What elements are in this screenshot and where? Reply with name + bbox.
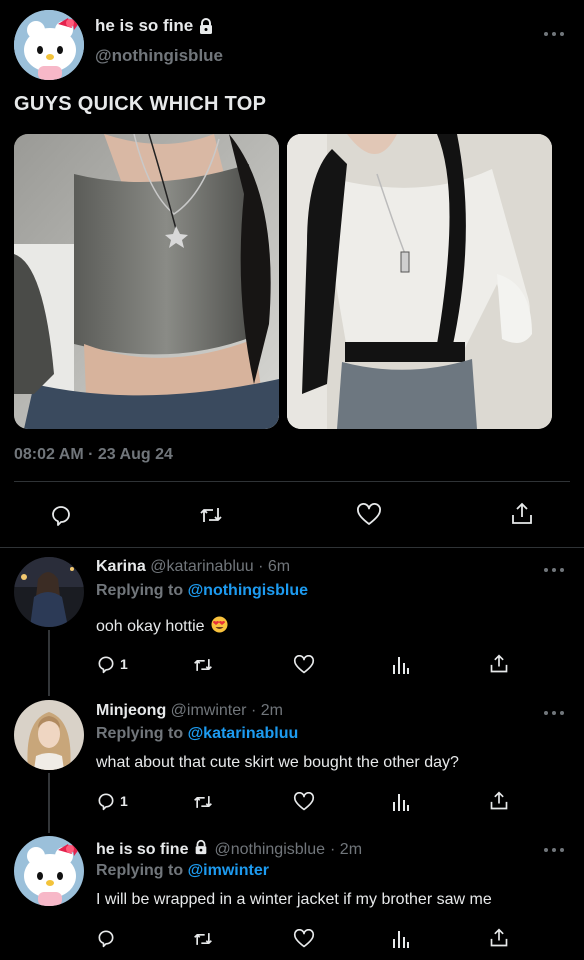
- handle[interactable]: @imwinter: [171, 702, 247, 719]
- analytics-button[interactable]: [392, 929, 410, 949]
- retweet-icon: [194, 659, 212, 671]
- reply-count: 1: [120, 793, 128, 809]
- thread-line: [48, 773, 50, 833]
- divider: [14, 481, 570, 482]
- thread-line: [48, 630, 50, 696]
- reply-text: I will be wrapped in a winter jacket if …: [96, 891, 492, 908]
- divider: [0, 547, 584, 548]
- reply-text-content: ooh okay hottie: [96, 618, 205, 635]
- tweet-image-left[interactable]: [14, 134, 279, 429]
- like-icon: [293, 655, 315, 674]
- display-name-text: he is so fine: [95, 16, 194, 35]
- retweet-icon: [200, 508, 222, 522]
- retweet-button[interactable]: [192, 792, 214, 812]
- replying-label: Replying to: [96, 725, 184, 742]
- reply-icon: [98, 793, 114, 811]
- display-name[interactable]: Karina: [96, 558, 146, 575]
- like-button[interactable]: [356, 503, 382, 527]
- reply-time: · 2m: [250, 702, 283, 719]
- reply-button[interactable]: 1: [96, 654, 128, 674]
- share-button[interactable]: [489, 927, 509, 949]
- share-icon: [490, 928, 508, 947]
- display-name[interactable]: he is so fine: [96, 841, 188, 859]
- more-options-icon[interactable]: [544, 568, 564, 574]
- lock-icon: [197, 17, 215, 35]
- reply-text: what about that cute skirt we bought the…: [96, 754, 459, 771]
- reply-button[interactable]: [96, 928, 120, 948]
- reply-button[interactable]: 1: [96, 791, 128, 811]
- tweet-text: GUYS QUICK WHICH TOP: [14, 93, 267, 115]
- replying-to: Replying to @katarinabluu: [96, 725, 298, 743]
- replying-to-link[interactable]: @katarinabluu: [188, 725, 299, 742]
- analytics-icon: [393, 657, 409, 674]
- analytics-icon: [393, 931, 409, 948]
- like-icon: [293, 792, 315, 811]
- share-icon: [490, 791, 508, 810]
- share-button[interactable]: [489, 790, 509, 812]
- retweet-icon: [194, 796, 212, 808]
- replying-to: Replying to @nothingisblue: [96, 582, 308, 600]
- display-name[interactable]: he is so fine: [95, 16, 215, 36]
- share-button[interactable]: [489, 653, 509, 675]
- analytics-button[interactable]: [392, 655, 410, 675]
- reply-text: ooh okay hottie: [96, 616, 228, 638]
- reply-header: Minjeong @imwinter · 2m: [96, 702, 283, 720]
- analytics-button[interactable]: [392, 792, 410, 812]
- retweet-button[interactable]: [192, 655, 214, 675]
- reply-button[interactable]: [49, 503, 73, 527]
- avatar[interactable]: [14, 10, 84, 80]
- more-options-icon[interactable]: [544, 32, 564, 38]
- retweet-icon: [194, 933, 212, 945]
- like-icon: [357, 503, 381, 525]
- heart-eyes-emoji-icon: [211, 616, 228, 638]
- replying-label: Replying to: [96, 862, 184, 879]
- analytics-icon: [393, 794, 409, 811]
- avatar[interactable]: [14, 836, 84, 906]
- replying-to-link[interactable]: @nothingisblue: [188, 582, 308, 599]
- like-button[interactable]: [293, 929, 315, 949]
- replying-label: Replying to: [96, 582, 184, 599]
- share-icon: [512, 502, 532, 524]
- replying-to: Replying to @imwinter: [96, 862, 269, 880]
- share-button[interactable]: [510, 501, 534, 527]
- handle[interactable]: @nothingisblue: [95, 46, 223, 66]
- share-icon: [490, 654, 508, 673]
- reply-time: · 6m: [258, 558, 291, 575]
- like-button[interactable]: [293, 655, 315, 675]
- more-options-icon[interactable]: [544, 711, 564, 717]
- reply-time: · 2m: [330, 840, 363, 858]
- reply-count: 1: [120, 656, 128, 672]
- like-icon: [293, 929, 315, 948]
- retweet-button[interactable]: [192, 929, 214, 949]
- handle[interactable]: @nothingisblue: [214, 841, 325, 859]
- reply-icon: [98, 656, 114, 674]
- replying-to-link[interactable]: @imwinter: [188, 862, 269, 879]
- reply-header: he is so fine @nothingisblue · 2m: [96, 839, 362, 860]
- retweet-button[interactable]: [198, 503, 224, 527]
- like-button[interactable]: [293, 792, 315, 812]
- tweet-timestamp: 08:02 AM · 23 Aug 24: [14, 446, 173, 463]
- lock-icon: [193, 839, 209, 860]
- handle[interactable]: @katarinabluu: [150, 558, 253, 575]
- display-name[interactable]: Minjeong: [96, 702, 166, 719]
- avatar[interactable]: [14, 700, 84, 770]
- avatar[interactable]: [14, 557, 84, 627]
- more-options-icon[interactable]: [544, 848, 564, 854]
- tweet-image-right[interactable]: [287, 134, 552, 429]
- reply-icon: [52, 506, 70, 526]
- reply-icon: [98, 930, 114, 948]
- reply-header: Karina @katarinabluu · 6m: [96, 558, 290, 576]
